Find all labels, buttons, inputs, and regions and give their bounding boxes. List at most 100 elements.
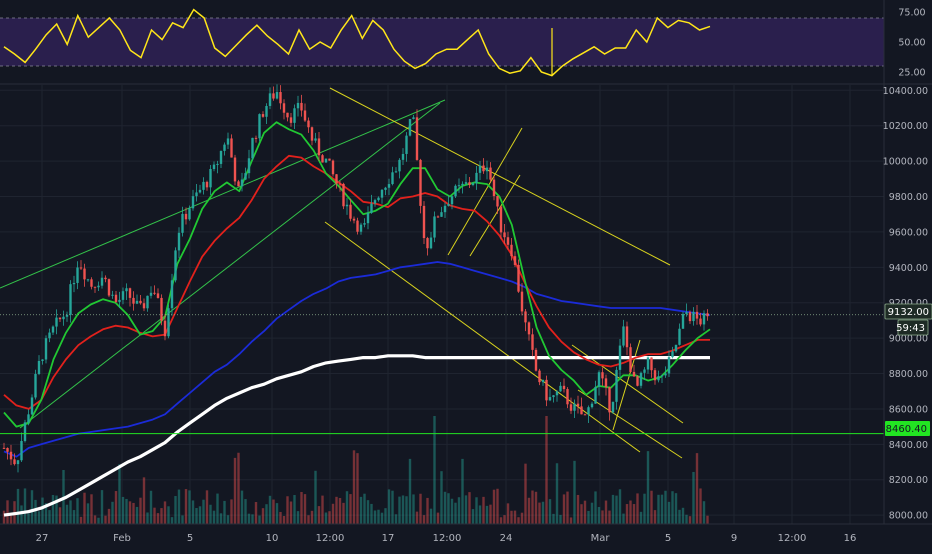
candle-body [160,297,163,321]
price-tick-label: 9600.00 [889,227,928,238]
chart-canvas[interactable]: 75.00 50.00 25.00 10400.00 10200.00 10000.00… [0,0,932,550]
volume-bar [471,509,475,524]
candle-body [55,317,58,327]
candle-body [412,117,415,120]
candle-body [534,349,538,371]
trading-chart[interactable]: 75.00 50.00 25.00 10400.00 10200.00 10000.00… [0,0,932,550]
candle-body [366,212,370,224]
countdown-value: 59:43 [896,323,925,334]
volume-bar [370,503,373,524]
rsi-tick-label: 75.00 [898,8,925,19]
volume-bar [538,502,541,524]
candle-body [506,237,510,245]
volume-bar [195,507,198,524]
volume-bar [345,491,349,524]
candle-body [594,386,597,404]
volume-bar [566,491,569,524]
candle-body [303,110,307,121]
volume-bar [618,489,622,524]
candle-body [219,150,223,164]
volume-bar [132,502,135,524]
current-price-value: 9132.00 [888,307,929,318]
price-tick-label: 8200.00 [889,475,928,486]
volume-bar [282,515,286,524]
price-tick-label: 8800.00 [889,369,928,380]
volume-bar [97,517,100,524]
candle-body [650,357,653,371]
volume-bar [349,494,352,524]
candle-body [583,414,587,416]
candle-body [699,318,702,325]
volume-bar [9,515,13,524]
candle-body [202,181,205,190]
volume-bar [429,508,433,524]
candle-body [664,373,667,376]
candle-body [436,216,440,218]
candle-body [503,232,506,238]
candle-body [2,447,6,449]
candle-body [562,385,566,390]
volume-bar [359,496,363,524]
candle-body [72,282,76,285]
candle-body [478,165,482,173]
candle-body [450,196,454,205]
volume-bar [244,499,247,524]
volume-bar [251,514,254,524]
candle-body [328,158,331,161]
candle-body [604,378,608,388]
volume-bar [506,503,510,524]
volume-bar [366,500,370,524]
candle-body [13,459,16,465]
candle-body [464,182,468,184]
time-tick-label: Mar [591,533,611,544]
volume-bar [457,497,461,524]
volume-bar [321,495,324,524]
candle-body [408,119,412,136]
candle-body [660,375,664,377]
candle-body [16,460,20,465]
volume-bar [520,512,524,524]
candle-body [482,165,485,172]
time-tick-label: 17 [382,533,395,544]
volume-bar [286,496,289,524]
time-tick-label: 12:00 [778,533,807,544]
candle-body [559,385,562,392]
volume-bar [464,495,468,524]
candle-body [373,200,377,204]
candle-body [296,102,300,109]
candle-body [629,347,632,372]
support-level-label: 8460.40 [885,421,930,436]
volume-bar [629,500,632,524]
candle-body [310,127,314,141]
volume-bar [86,503,90,524]
candle-body [702,313,706,325]
candle-body [44,338,48,360]
volume-bar [517,517,520,524]
volume-bar [692,471,695,524]
candle-body [240,179,244,187]
candle-body [671,351,674,358]
volume-bar [79,516,83,524]
volume-bar [454,502,457,524]
time-tick-label: 16 [844,533,857,544]
candle-body [191,196,195,209]
candle-body [156,293,160,298]
rsi-tick-label: 25.00 [898,68,925,79]
candle-body [555,391,559,396]
volume-bar [433,416,436,524]
rsi-axis[interactable]: 75.00 50.00 25.00 [898,8,925,79]
volume-bar [160,508,163,524]
volume-bar [555,463,559,524]
candle-body [496,196,499,207]
volume-bar [146,512,149,524]
volume-bar [653,510,657,524]
candle-body [573,403,576,411]
volume-bar [548,499,552,524]
volume-bar [580,504,583,524]
candle-body [587,407,590,415]
candle-body [352,218,356,221]
candle-body [695,311,699,319]
time-tick-label: 12:00 [316,533,345,544]
volume-bar [205,490,209,524]
volume-bar [625,504,629,524]
